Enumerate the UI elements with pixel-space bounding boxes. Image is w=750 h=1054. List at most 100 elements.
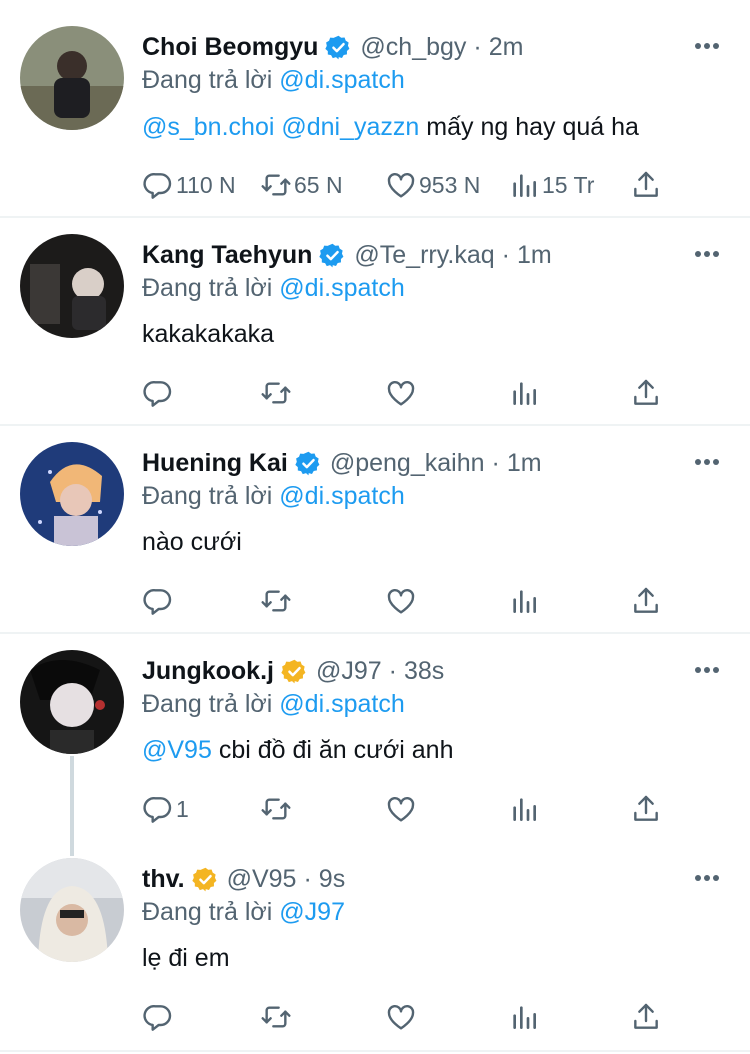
- tweet[interactable]: Jungkook.j @J97 · 38s Đang trả lời @di.s…: [0, 634, 750, 844]
- views-button[interactable]: [508, 789, 540, 829]
- share-button[interactable]: [630, 997, 662, 1037]
- timestamp[interactable]: 38s: [404, 657, 444, 686]
- views-button[interactable]: [508, 373, 540, 413]
- retweet-button[interactable]: [260, 581, 292, 621]
- avatar[interactable]: [20, 26, 124, 130]
- avatar[interactable]: [20, 650, 124, 754]
- tweet-header: Jungkook.j @J97 · 38s: [142, 654, 670, 688]
- share-icon: [630, 1001, 662, 1033]
- display-name[interactable]: thv.: [142, 865, 185, 894]
- views-button[interactable]: [508, 581, 540, 621]
- mention-link[interactable]: @s_bn.choi: [142, 113, 274, 141]
- more-options-icon[interactable]: [692, 244, 722, 264]
- tweet-text: lẹ đi em: [142, 944, 730, 973]
- divider: [0, 1050, 750, 1052]
- separator-dot: ·: [473, 32, 482, 61]
- like-button[interactable]: 953 N: [385, 165, 480, 205]
- retweet-icon: [260, 793, 292, 825]
- separator-dot: ·: [501, 240, 510, 269]
- replying-to: Đang trả lời @J97: [142, 898, 345, 927]
- like-button[interactable]: [385, 997, 417, 1037]
- mention-link[interactable]: @V95: [142, 736, 212, 764]
- display-name[interactable]: Jungkook.j: [142, 657, 274, 686]
- retweet-icon: [260, 1001, 292, 1033]
- more-options-icon[interactable]: [692, 36, 722, 56]
- retweet-button[interactable]: 65 N: [260, 165, 343, 205]
- more-options-icon[interactable]: [692, 452, 722, 472]
- tweet-text: @V95 cbi đồ đi ăn cưới anh: [142, 736, 730, 765]
- reply-button[interactable]: [142, 581, 174, 621]
- views-button[interactable]: [508, 997, 540, 1037]
- share-button[interactable]: [630, 165, 662, 205]
- user-handle[interactable]: @ch_bgy: [360, 33, 466, 62]
- avatar[interactable]: [20, 442, 124, 546]
- reply-icon: [142, 793, 174, 825]
- reply-button[interactable]: [142, 373, 174, 413]
- blue-verified-icon: [325, 34, 352, 61]
- replying-to: Đang trả lời @di.spatch: [142, 66, 405, 95]
- timestamp[interactable]: 2m: [489, 33, 524, 62]
- views-icon: [508, 793, 540, 825]
- replying-to: Đang trả lời @di.spatch: [142, 690, 405, 719]
- views-icon: [508, 585, 540, 617]
- separator-dot: ·: [388, 656, 397, 685]
- tweet[interactable]: Huening Kai @peng_kaihn · 1m Đang trả lờ…: [0, 426, 750, 632]
- like-button[interactable]: [385, 581, 417, 621]
- tweet-body-text: kakakakaka: [142, 320, 275, 348]
- share-button[interactable]: [630, 581, 662, 621]
- like-button[interactable]: [385, 373, 417, 413]
- tweet[interactable]: Choi Beomgyu @ch_bgy · 2m Đang trả lời @…: [0, 0, 750, 216]
- share-icon: [630, 793, 662, 825]
- timestamp[interactable]: 9s: [319, 865, 345, 894]
- blue-verified-icon: [319, 242, 346, 269]
- retweet-button[interactable]: [260, 789, 292, 829]
- action-bar: [142, 997, 682, 1037]
- heart-icon: [385, 377, 417, 409]
- display-name[interactable]: Kang Taehyun: [142, 241, 312, 270]
- reply-to-mention[interactable]: @di.spatch: [279, 690, 404, 718]
- share-button[interactable]: [630, 373, 662, 413]
- retweet-button[interactable]: [260, 997, 292, 1037]
- share-icon: [630, 377, 662, 409]
- replying-to: Đang trả lời @di.spatch: [142, 482, 405, 511]
- reply-button[interactable]: 1: [142, 789, 189, 829]
- more-options-icon[interactable]: [692, 660, 722, 680]
- tweet-header: Kang Taehyun @Te_rry.kaq · 1m: [142, 238, 670, 272]
- reply-icon: [142, 377, 174, 409]
- avatar[interactable]: [20, 858, 124, 962]
- reply-to-mention[interactable]: @di.spatch: [279, 274, 404, 302]
- views-icon: [508, 1001, 540, 1033]
- reply-button[interactable]: 110 N: [142, 165, 236, 205]
- retweet-button[interactable]: [260, 373, 292, 413]
- avatar[interactable]: [20, 234, 124, 338]
- heart-icon: [385, 585, 417, 617]
- user-handle[interactable]: @J97: [316, 657, 382, 686]
- tweet[interactable]: thv. @V95 · 9s Đang trả lời @J97 lẹ đi e…: [0, 842, 750, 1050]
- timestamp[interactable]: 1m: [507, 449, 542, 478]
- display-name[interactable]: Choi Beomgyu: [142, 33, 318, 62]
- more-options-icon[interactable]: [692, 868, 722, 888]
- like-button[interactable]: [385, 789, 417, 829]
- timestamp[interactable]: 1m: [517, 241, 552, 270]
- reply-button[interactable]: [142, 997, 174, 1037]
- tweet-text: nào cưới: [142, 528, 730, 557]
- gold-verified-icon: [281, 658, 308, 685]
- reply-to-mention[interactable]: @J97: [279, 898, 345, 926]
- user-handle[interactable]: @peng_kaihn: [330, 449, 485, 478]
- tweet-header: thv. @V95 · 9s: [142, 862, 670, 896]
- reply-to-mention[interactable]: @di.spatch: [279, 66, 404, 94]
- reply-to-mention[interactable]: @di.spatch: [279, 482, 404, 510]
- user-handle[interactable]: @Te_rry.kaq: [354, 241, 494, 270]
- display-name[interactable]: Huening Kai: [142, 449, 288, 478]
- views-count: 15 Tr: [542, 171, 595, 198]
- tweet[interactable]: Kang Taehyun @Te_rry.kaq · 1m Đang trả l…: [0, 218, 750, 424]
- mention-link[interactable]: @dni_yazzn: [281, 113, 419, 141]
- share-button[interactable]: [630, 789, 662, 829]
- action-bar: 1: [142, 789, 682, 829]
- user-handle[interactable]: @V95: [227, 865, 297, 894]
- separator-dot: ·: [491, 448, 500, 477]
- retweet-icon: [260, 169, 292, 201]
- gold-verified-icon: [192, 866, 219, 893]
- tweet-body-text: cbi đồ đi ăn cưới anh: [218, 736, 454, 764]
- views-button[interactable]: 15 Tr: [508, 165, 594, 205]
